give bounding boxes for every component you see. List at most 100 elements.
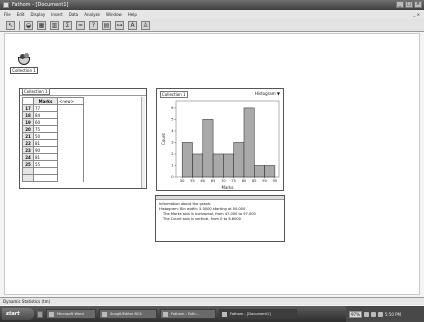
row-number[interactable]: 18 xyxy=(22,111,34,119)
y-tick-label: 4 xyxy=(171,129,174,133)
close-button[interactable]: × xyxy=(414,1,422,8)
table-row[interactable]: 21 50 xyxy=(22,132,84,140)
graph-type-dropdown[interactable]: Histogram ▼ xyxy=(255,91,280,96)
case-table-title-bar[interactable]: Collection 1 xyxy=(20,88,146,96)
graph-title[interactable]: Collection 1 xyxy=(160,91,188,98)
marks-cell[interactable]: 81 xyxy=(33,153,58,161)
windows-taskbar: start Microsoft Word SnagIt/Editor BC4 F… xyxy=(0,306,424,322)
y-tick-label: 2 xyxy=(171,152,173,156)
minimize-button[interactable]: _ xyxy=(396,1,404,8)
person-tool-icon[interactable]: ♙ xyxy=(141,20,150,30)
empty-cell[interactable] xyxy=(57,125,84,133)
row-number[interactable]: 22 xyxy=(22,139,34,147)
empty-cell[interactable] xyxy=(57,160,84,168)
empty-cell[interactable] xyxy=(57,139,84,147)
empty-cell[interactable] xyxy=(33,167,58,175)
clock[interactable]: 5:50 PM xyxy=(385,312,401,317)
marks-cell[interactable]: 81 xyxy=(33,139,58,147)
empty-row[interactable] xyxy=(22,174,84,182)
case-table-scrollbar[interactable] xyxy=(141,97,145,188)
row-number[interactable]: 19 xyxy=(22,118,34,126)
marks-cell[interactable]: 50 xyxy=(33,132,58,140)
collection-box-icon[interactable] xyxy=(17,52,31,66)
table-row[interactable]: 18 84 xyxy=(22,111,84,119)
empty-cell[interactable] xyxy=(22,167,34,175)
row-number[interactable]: 20 xyxy=(22,125,34,133)
table-row[interactable]: 17 77 xyxy=(22,104,84,112)
empty-cell[interactable] xyxy=(22,174,34,182)
table-row[interactable]: 25 55 xyxy=(22,160,84,168)
menu-insert[interactable]: Insert xyxy=(51,12,62,17)
case-table[interactable]: Collection 1 Marks <new> 17 77 18 84 19 60 20 7… xyxy=(19,88,147,189)
estimate-tool-icon[interactable]: ≈ xyxy=(76,20,85,30)
collection-label[interactable]: Collection 1 xyxy=(10,67,38,74)
pointer-tool-icon[interactable]: ↖ xyxy=(6,20,15,30)
empty-cell[interactable] xyxy=(57,167,84,175)
fathom-app-icon[interactable] xyxy=(3,2,9,8)
row-number[interactable]: 23 xyxy=(22,146,34,154)
maximize-button[interactable]: □ xyxy=(405,1,413,8)
taskbar-item-snagit[interactable]: SnagIt/Editor BC4 xyxy=(99,309,157,319)
taskbar-item-fathom-document[interactable]: Fathom - [Document1] xyxy=(219,309,297,319)
empty-row[interactable] xyxy=(22,167,84,175)
empty-cell[interactable] xyxy=(57,132,84,140)
table-row[interactable]: 23 90 xyxy=(22,146,84,154)
test-tool-icon[interactable]: ? xyxy=(89,20,98,30)
empty-cell[interactable] xyxy=(57,153,84,161)
empty-cell[interactable] xyxy=(57,118,84,126)
menu-edit[interactable]: Edit xyxy=(17,12,25,17)
histogram-bar xyxy=(212,153,224,178)
marks-cell[interactable]: 90 xyxy=(33,146,58,154)
new-attribute-header[interactable]: <new> xyxy=(57,97,84,105)
row-number[interactable]: 24 xyxy=(22,153,34,161)
toolbar: ↖ ◒ ▦ ▥ Σ ≈ ? ▤ ⊶ A ♙ xyxy=(0,19,424,32)
menu-help[interactable]: Help xyxy=(128,12,137,17)
collection-tool-icon[interactable]: ◒ xyxy=(24,20,33,30)
taskbar-item-fathom[interactable]: Fathom - Fath... xyxy=(160,309,216,319)
title-bar[interactable]: Fathom - [Document1] _ □ × xyxy=(0,0,424,10)
menu-file[interactable]: File xyxy=(4,12,11,17)
table-row[interactable]: 22 81 xyxy=(22,139,84,147)
model-tool-icon[interactable]: ▤ xyxy=(102,20,111,30)
row-number[interactable]: 17 xyxy=(22,104,34,112)
text-tool-icon[interactable]: A xyxy=(128,20,137,30)
table-row[interactable]: 20 75 xyxy=(22,125,84,133)
collection-object[interactable]: Collection 1 xyxy=(9,52,39,74)
attribute-header-marks[interactable]: Marks xyxy=(33,97,58,105)
empty-cell[interactable] xyxy=(57,111,84,119)
taskbar-item-word[interactable]: Microsoft Word xyxy=(46,309,96,319)
empty-cell[interactable] xyxy=(57,174,84,182)
table-tool-icon[interactable]: ▦ xyxy=(37,20,46,30)
quick-launch-icon[interactable] xyxy=(37,310,43,318)
marks-cell[interactable]: 60 xyxy=(33,118,58,126)
marks-cell[interactable]: 77 xyxy=(33,104,58,112)
graph-info-text[interactable]: Information about the graph: Histogram: … xyxy=(156,200,284,224)
network-icon[interactable] xyxy=(363,311,369,317)
menu-display[interactable]: Display xyxy=(30,12,45,17)
row-number[interactable]: 21 xyxy=(22,132,34,140)
menu-analyze[interactable]: Analyze xyxy=(84,12,100,17)
security-icon[interactable] xyxy=(377,311,383,317)
menu-data[interactable]: Data xyxy=(69,12,79,17)
volume-icon[interactable] xyxy=(370,311,376,317)
start-button[interactable]: start xyxy=(2,308,34,320)
empty-cell[interactable] xyxy=(57,104,84,112)
empty-cell[interactable] xyxy=(57,146,84,154)
table-row[interactable]: 24 81 xyxy=(22,153,84,161)
summary-tool-icon[interactable]: Σ xyxy=(63,20,72,30)
slider-tool-icon[interactable]: ⊶ xyxy=(115,20,124,30)
histogram-bar xyxy=(264,165,276,178)
battery-percentage[interactable]: 97% xyxy=(349,310,362,318)
graph-window[interactable]: 50 55 60 65 70 75 80 85 90 95 0 1 2 3 4 5 6 Marks Count Co… xyxy=(156,88,284,191)
marks-cell[interactable]: 84 xyxy=(33,111,58,119)
graph-tool-icon[interactable]: ▥ xyxy=(50,20,59,30)
marks-cell[interactable]: 55 xyxy=(33,160,58,168)
case-table-grid: Marks <new> 17 77 18 84 19 60 20 75 21 50 22 81 23 90… xyxy=(22,97,84,182)
menu-window[interactable]: Window xyxy=(106,12,122,17)
table-row[interactable]: 19 60 xyxy=(22,118,84,126)
document-window-controls[interactable]: _ × xyxy=(413,12,420,17)
marks-cell[interactable]: 75 xyxy=(33,125,58,133)
row-number[interactable]: 25 xyxy=(22,160,34,168)
text-window[interactable]: Information about the graph: Histogram: … xyxy=(155,195,285,242)
empty-cell[interactable] xyxy=(33,174,58,182)
